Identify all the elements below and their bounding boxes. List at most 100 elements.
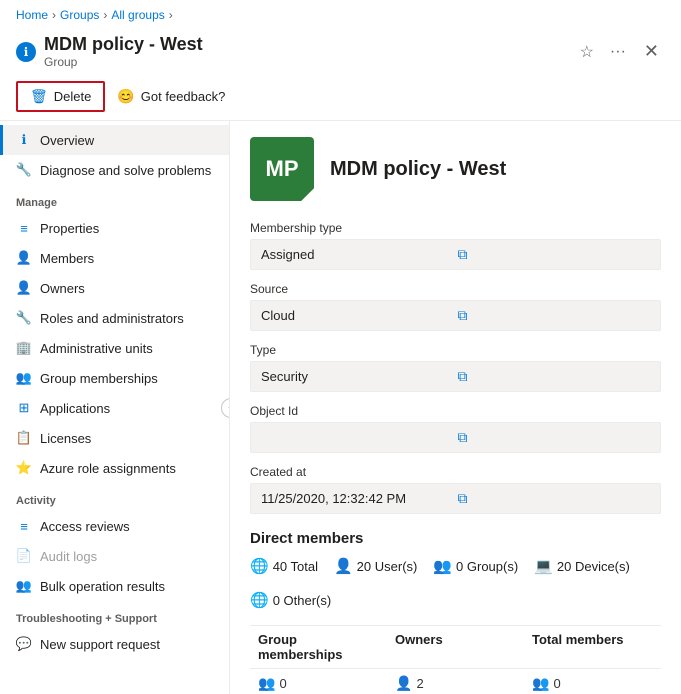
properties-icon: ≡ <box>16 220 32 236</box>
field-label-object-id: Object Id <box>250 404 661 418</box>
total-cell-icon: 👥 <box>532 675 549 692</box>
group-header: MP MDM policy - West <box>250 137 661 201</box>
sidebar-item-new-support[interactable]: 💬 New support request <box>0 629 229 659</box>
section-troubleshooting: Troubleshooting + Support <box>0 601 229 629</box>
sidebar-item-access-reviews[interactable]: ≡ Access reviews <box>0 511 229 541</box>
group-avatar: MP <box>250 137 314 201</box>
sidebar-item-overview[interactable]: ℹ Overview <box>0 125 229 155</box>
field-label-source: Source <box>250 282 661 296</box>
section-manage: Manage <box>0 185 229 213</box>
sidebar-label-applications: Applications <box>40 401 110 416</box>
group-memberships-icon: 👥 <box>16 370 32 386</box>
sidebar-label-bulk-ops: Bulk operation results <box>40 579 165 594</box>
pin-icon[interactable]: ☆ <box>576 40 598 64</box>
field-value-type: Security ⧉ <box>250 361 661 392</box>
sidebar-label-roles: Roles and administrators <box>40 311 184 326</box>
total-globe-icon: 🌐 <box>250 557 269 575</box>
sidebar-item-applications[interactable]: ⊞ Applications <box>0 393 229 423</box>
field-value-object-id: ⧉ <box>250 422 661 453</box>
copy-membership-type-icon[interactable]: ⧉ <box>458 246 651 263</box>
sidebar-label-members: Members <box>40 251 94 266</box>
field-value-created-at: 11/25/2020, 12:32:42 PM ⧉ <box>250 483 661 514</box>
page-subtitle: Group <box>44 55 568 69</box>
feedback-button[interactable]: 😊 Got feedback? <box>117 88 225 105</box>
toolbar: 🗑 Delete 😊 Got feedback? <box>0 77 681 121</box>
main-layout: « ℹ Overview 🔧 Diagnose and solve proble… <box>0 121 681 694</box>
copy-source-icon[interactable]: ⧉ <box>458 307 651 324</box>
copy-created-at-icon[interactable]: ⧉ <box>458 490 651 507</box>
field-source: Source Cloud ⧉ <box>250 282 661 331</box>
sidebar-item-azure-roles[interactable]: ⭐ Azure role assignments <box>0 453 229 483</box>
sidebar-label-admin-units: Administrative units <box>40 341 153 356</box>
sidebar-label-group-memberships: Group memberships <box>40 371 158 386</box>
stat-users: 👤 20 User(s) <box>334 557 417 575</box>
direct-members-title: Direct members <box>250 530 661 547</box>
stat-others: 🌐 0 Other(s) <box>250 591 331 609</box>
copy-object-id-icon[interactable]: ⧉ <box>458 429 651 446</box>
devices-icon: 💻 <box>534 557 553 575</box>
feedback-label: Got feedback? <box>141 89 226 104</box>
close-icon[interactable]: ✕ <box>638 39 665 64</box>
feedback-icon: 😊 <box>117 88 134 105</box>
more-options-icon[interactable]: ··· <box>606 41 630 63</box>
cell-owners: 👤 2 <box>387 675 524 692</box>
field-created-at: Created at 11/25/2020, 12:32:42 PM ⧉ <box>250 465 661 514</box>
stat-groups: 👥 0 Group(s) <box>433 557 518 575</box>
field-type: Type Security ⧉ <box>250 343 661 392</box>
sidebar: « ℹ Overview 🔧 Diagnose and solve proble… <box>0 121 230 694</box>
sidebar-item-owners[interactable]: 👤 Owners <box>0 273 229 303</box>
audit-logs-icon: 📄 <box>16 548 32 564</box>
sidebar-item-group-memberships[interactable]: 👥 Group memberships <box>0 363 229 393</box>
sidebar-label-audit-logs: Audit logs <box>40 549 97 564</box>
sidebar-item-properties[interactable]: ≡ Properties <box>0 213 229 243</box>
owners-cell-icon: 👤 <box>395 675 412 692</box>
stat-groups-label: 0 Group(s) <box>456 559 518 574</box>
sidebar-item-audit-logs[interactable]: 📄 Audit logs <box>0 541 229 571</box>
sidebar-label-owners: Owners <box>40 281 85 296</box>
breadcrumb-all-groups[interactable]: All groups <box>111 8 164 22</box>
sidebar-item-members[interactable]: 👤 Members <box>0 243 229 273</box>
cell-group-memberships: 👥 0 <box>250 675 387 692</box>
stat-users-label: 20 User(s) <box>357 559 418 574</box>
breadcrumb-home[interactable]: Home <box>16 8 48 22</box>
cell-total-members: 👥 0 <box>524 675 661 692</box>
diagnose-icon: 🔧 <box>16 162 32 178</box>
others-globe-icon: 🌐 <box>250 591 269 609</box>
trash-icon: 🗑 <box>30 88 48 105</box>
applications-icon: ⊞ <box>16 400 32 416</box>
field-object-id: Object Id ⧉ <box>250 404 661 453</box>
group-cell-icon: 👥 <box>258 675 275 692</box>
sidebar-item-admin-units[interactable]: 🏢 Administrative units <box>0 333 229 363</box>
copy-type-icon[interactable]: ⧉ <box>458 368 651 385</box>
field-label-created-at: Created at <box>250 465 661 479</box>
field-membership-type: Membership type Assigned ⧉ <box>250 221 661 270</box>
sidebar-item-diagnose[interactable]: 🔧 Diagnose and solve problems <box>0 155 229 185</box>
field-value-membership-type: Assigned ⧉ <box>250 239 661 270</box>
group-name: MDM policy - West <box>330 158 506 181</box>
page-title: MDM policy - West <box>44 34 568 55</box>
admin-units-icon: 🏢 <box>16 340 32 356</box>
sidebar-item-roles[interactable]: 🔧 Roles and administrators <box>0 303 229 333</box>
licenses-icon: 📋 <box>16 430 32 446</box>
section-activity: Activity <box>0 483 229 511</box>
overview-icon: ℹ <box>16 132 32 148</box>
sidebar-label-overview: Overview <box>40 133 94 148</box>
sidebar-item-bulk-ops[interactable]: 👥 Bulk operation results <box>0 571 229 601</box>
delete-button[interactable]: 🗑 Delete <box>16 81 105 112</box>
groups-icon: 👥 <box>433 557 452 575</box>
users-icon: 👤 <box>334 557 353 575</box>
bulk-ops-icon: 👥 <box>16 578 32 594</box>
sidebar-label-azure-roles: Azure role assignments <box>40 461 176 476</box>
sidebar-item-licenses[interactable]: 📋 Licenses <box>0 423 229 453</box>
sidebar-label-properties: Properties <box>40 221 99 236</box>
members-stats: 🌐 40 Total 👤 20 User(s) 👥 0 Group(s) 💻 2… <box>250 557 661 609</box>
roles-icon: 🔧 <box>16 310 32 326</box>
header-info-icon: ℹ <box>16 42 36 62</box>
col-owners: Owners <box>387 632 524 662</box>
sidebar-label-access-reviews: Access reviews <box>40 519 130 534</box>
sidebar-label-diagnose: Diagnose and solve problems <box>40 163 211 178</box>
breadcrumb-groups[interactable]: Groups <box>60 8 99 22</box>
table-header: Group memberships Owners Total members <box>250 625 661 669</box>
page-header: ℹ MDM policy - West Group ☆ ··· ✕ <box>0 30 681 77</box>
col-group-memberships: Group memberships <box>250 632 387 662</box>
